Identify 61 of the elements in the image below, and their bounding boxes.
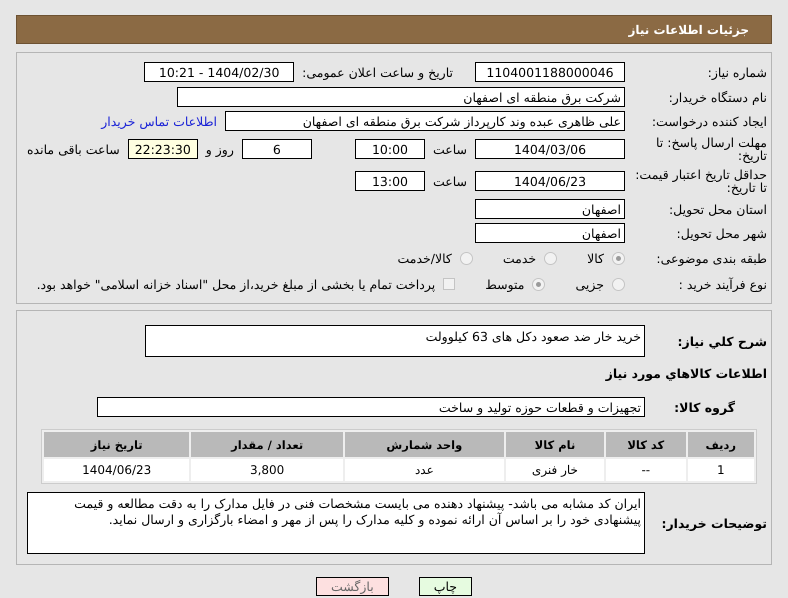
value-field: علی ظاهری عبده وند کارپرداز شرکت برق منطقه ای اصفهان	[225, 111, 625, 131]
field-label: روز و	[206, 142, 234, 156]
value-field: 1404/02/30 - 10:21	[144, 62, 294, 82]
value-field: 1404/06/23	[475, 171, 625, 191]
table-cell: عدد	[344, 459, 504, 481]
field-label: توضیحات خریدار:	[660, 516, 768, 530]
field-label: خدمت	[502, 250, 536, 266]
field-label: ساعت	[432, 174, 467, 188]
countdown-field: 22:23:30	[128, 139, 198, 159]
field-label: جزیی	[575, 276, 604, 292]
column-header: تعداد / مقدار	[191, 432, 343, 457]
field-label: مهلت ارسال پاسخ: تا تاریخ:	[655, 136, 768, 162]
field-label: متوسط	[485, 276, 524, 292]
radio-button[interactable]	[612, 278, 625, 290]
value-field: 1404/03/06	[475, 139, 625, 159]
table-cell: 3,800	[191, 459, 343, 481]
field-label: کالا	[587, 250, 604, 266]
field-label: ساعت باقی مانده	[27, 142, 120, 156]
field-label: تاریخ و ساعت اعلان عمومی:	[302, 64, 453, 80]
value-field: 1104001188000046	[475, 62, 625, 82]
contact-link[interactable]: اطلاعات تماس خریدار	[101, 114, 217, 128]
radio-button[interactable]	[532, 278, 546, 290]
field-label: کالا/خدمت	[397, 250, 452, 266]
description-field: خرید خار ضد صعود دکل های 63 کیلوولت	[145, 325, 645, 357]
value-field: تجهیزات و قطعات حوزه تولید و ساخت	[97, 397, 645, 417]
table-cell: خار فنری	[506, 459, 604, 481]
value-field: 6	[242, 139, 312, 159]
radio-button[interactable]	[544, 252, 558, 264]
checkbox[interactable]	[443, 278, 456, 290]
value-field: 10:00	[354, 139, 425, 159]
column-header: کد کالا	[606, 432, 686, 457]
back-button[interactable]: بازگشت	[316, 577, 389, 596]
table-cell: 1404/06/23	[44, 459, 190, 481]
print-button[interactable]: چاپ	[418, 577, 472, 596]
value-field: اصفهان	[475, 199, 625, 219]
radio-button[interactable]	[460, 252, 473, 264]
field-label: نام دستگاه خریدار:	[668, 90, 768, 104]
value-field: 13:00	[354, 171, 425, 191]
value-field: شرکت برق منطقه ای اصفهان	[177, 87, 625, 107]
field-label: پرداخت تمام یا بخشی از مبلغ خرید،از محل "اسناد خزانه اسلامی" خواهد بود.	[36, 276, 436, 292]
table-cell: 1	[688, 459, 754, 481]
page-header: جزئیات اطلاعات نیاز	[16, 15, 772, 44]
column-header: واحد شمارش	[344, 432, 504, 457]
field-label: ساعت	[432, 142, 467, 156]
section-title: اطلاعات کالاهاي مورد نياز	[606, 366, 768, 380]
notes-field: ایران کد مشابه می باشد- پیشنهاد دهنده می بایست مشخصات فنی در فایل مدارک را به دقت مطالعه و قیمت پیشنهادی خود را بر اساس آن ارائه نموده و کلیه مدارک را پس از مهر و امضاء بارگزاری و ارسال نماید.	[27, 492, 645, 554]
field-label: ایجاد کننده درخواست:	[650, 114, 768, 128]
column-header: تاریخ نیاز	[44, 432, 190, 457]
field-label: حداقل تاریخ اعتبار قیمت: تا تاریخ:	[634, 168, 768, 194]
table-cell: --	[606, 459, 686, 481]
field-label: نوع فرآیند خرید :	[678, 278, 768, 290]
field-label: گروه کالا:	[673, 400, 736, 414]
field-label: استان محل تحویل:	[668, 202, 768, 216]
radio-button[interactable]	[612, 252, 625, 264]
value-field: اصفهان	[475, 223, 625, 243]
field-label: طبقه بندی موضوعی:	[655, 252, 768, 264]
field-label: شرح کلي نياز:	[676, 334, 768, 348]
field-label: شماره نیاز:	[706, 66, 768, 78]
column-header: ردیف	[688, 432, 754, 457]
column-header: نام کالا	[506, 432, 604, 457]
field-label: شهر محل تحویل:	[676, 226, 768, 240]
